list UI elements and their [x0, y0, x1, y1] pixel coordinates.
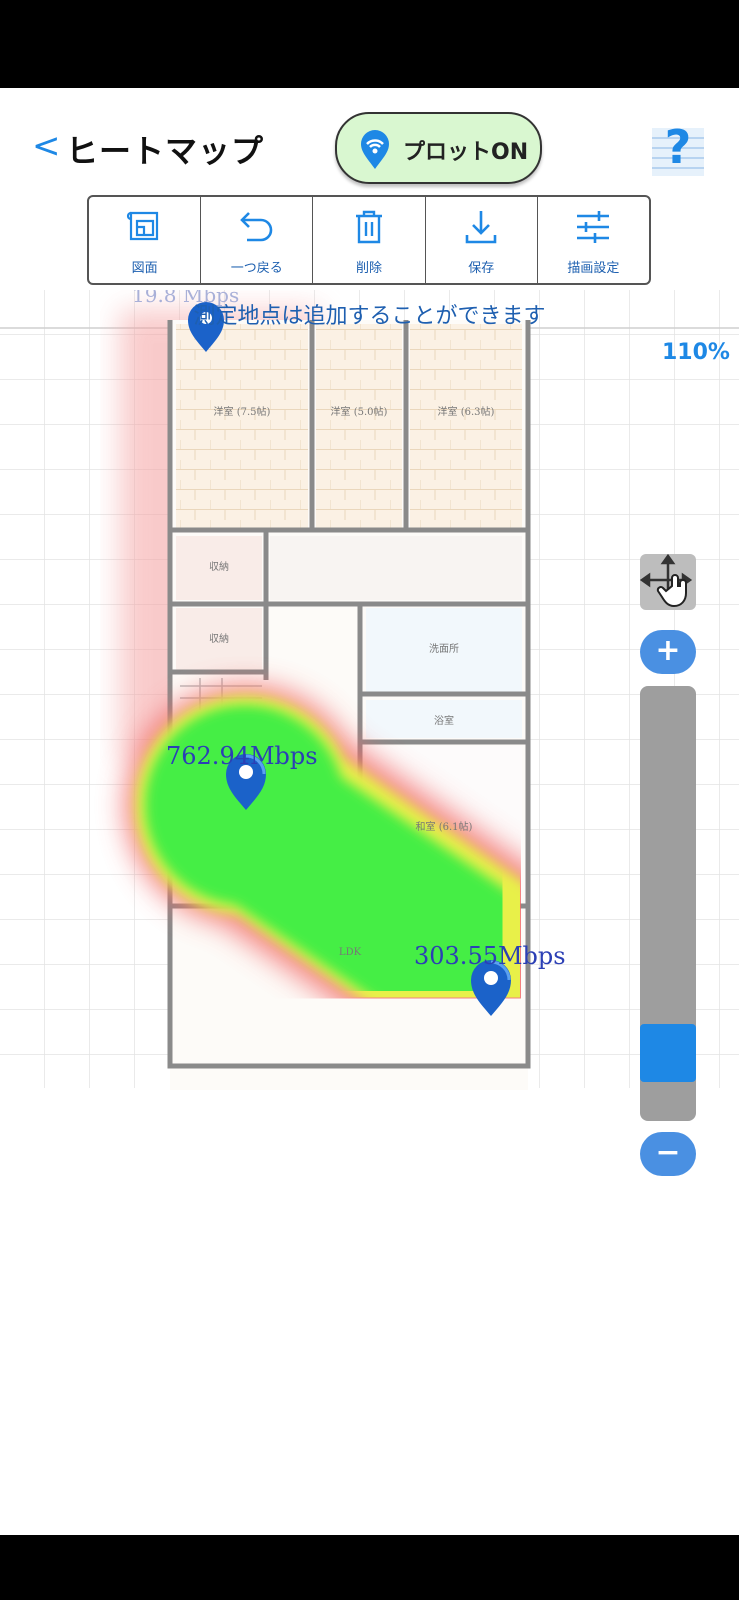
room-label: 浴室	[434, 714, 454, 727]
status-bar	[0, 0, 739, 88]
download-icon	[465, 211, 497, 244]
floorplan-label: 図面	[131, 261, 158, 276]
zoom-out-button[interactable]: −	[640, 1132, 696, 1176]
undo-icon	[239, 212, 273, 242]
zoom-in-button[interactable]: +	[640, 630, 696, 674]
measurement-speed-label: 762.94Mbps	[166, 742, 318, 770]
room-label: LDK	[339, 947, 362, 958]
undo-button[interactable]: 一つ戻る	[201, 197, 314, 283]
toolbar: 図面 一つ戻る 削除 保存 描画設定	[87, 195, 651, 285]
draw-settings-button[interactable]: 描画設定	[538, 197, 649, 283]
draw-settings-label: 描画設定	[567, 261, 620, 276]
room-label: 和室 (6.1帖)	[416, 820, 473, 833]
plot-toggle-button[interactable]: プロットON	[335, 112, 542, 184]
floorplan-icon	[126, 211, 158, 241]
delete-label: 削除	[356, 261, 383, 276]
plot-toggle-label: プロットON	[403, 140, 529, 165]
heatmap-canvas[interactable]: 洋室 (7.5帖) 洋室 (5.0帖) 洋室 (6.3帖) 収納 収納 洗面所 …	[0, 283, 739, 1100]
room-label: 洋室 (6.3帖)	[438, 405, 495, 418]
move-hand-icon	[639, 553, 693, 608]
hint-text: 測定地点は追加することができます	[193, 304, 546, 329]
navigation-bar	[0, 1535, 739, 1600]
pan-mode-button[interactable]	[639, 553, 696, 610]
measurement-speed-label: 303.55Mbps	[414, 942, 566, 970]
save-label: 保存	[468, 261, 495, 276]
wifi-pin-icon	[357, 128, 393, 174]
zoom-level: 110%	[662, 340, 730, 365]
delete-button[interactable]: 削除	[313, 197, 426, 283]
room-label: 洋室 (5.0帖)	[331, 405, 388, 418]
room-label: 収納	[209, 632, 229, 645]
save-button[interactable]: 保存	[426, 197, 538, 283]
back-button[interactable]: <	[32, 128, 61, 164]
trash-icon	[356, 210, 382, 244]
help-button[interactable]: ?	[652, 120, 704, 176]
undo-label: 一つ戻る	[230, 261, 283, 276]
room-label: 洋室 (7.5帖)	[214, 405, 271, 418]
floorplan-button[interactable]: 図面	[89, 197, 202, 283]
zoom-slider-thumb[interactable]	[640, 1024, 696, 1083]
app-header: < ヒートマップ プロットON ?	[0, 88, 739, 198]
sliders-icon	[577, 211, 610, 243]
room-label: 収納	[209, 560, 229, 573]
zoom-slider[interactable]	[640, 686, 696, 1121]
page-title: ヒートマップ	[66, 132, 265, 170]
help-icon: ?	[664, 120, 692, 174]
room-label: 洗面所	[429, 643, 459, 655]
